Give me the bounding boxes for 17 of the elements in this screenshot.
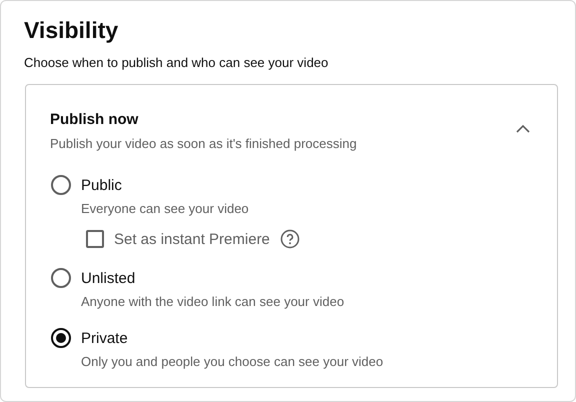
help-icon[interactable] (280, 229, 300, 249)
section-title: Visibility (24, 16, 120, 45)
card-heading: Publish now (50, 110, 140, 130)
section-subtitle: Choose when to publish and who can see your video (24, 55, 330, 71)
radio-button[interactable] (51, 175, 71, 195)
card-description: Publish your video as soon as it's finished processing (50, 136, 357, 151)
chevron-icon[interactable] (516, 124, 530, 133)
option-description: Only you and people you choose can see your video (81, 354, 384, 369)
option-label: Private (81, 330, 128, 346)
radio-button[interactable] (51, 268, 71, 288)
checkbox-label: Set as instant Premiere (114, 230, 270, 248)
option-description: Anyone with the video link can see your video (81, 294, 346, 309)
option-description: Everyone can see your video (81, 201, 250, 216)
option-label: Public (81, 176, 122, 194)
checkbox[interactable] (86, 230, 104, 248)
radio-button[interactable] (51, 328, 71, 348)
option-label: Unlisted (81, 270, 136, 286)
